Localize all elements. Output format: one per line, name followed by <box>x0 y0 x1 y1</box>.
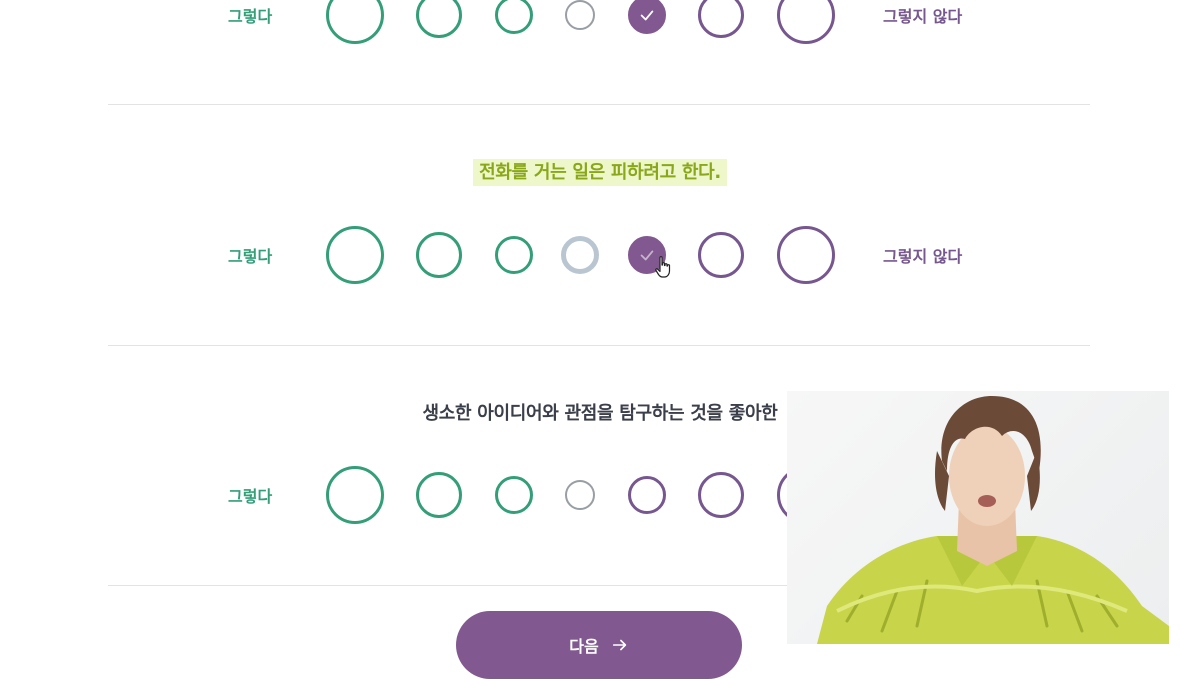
question-highlight: 전화를 거는 일은 피하려고 한다. <box>473 159 727 186</box>
hand-pointer-icon <box>655 256 671 278</box>
option-disagree[interactable] <box>698 232 744 278</box>
agree-label: 그렇다 <box>228 7 273 26</box>
answer-row-2: 그렇다 그렇지 않다 <box>0 225 1200 285</box>
option-strongly-disagree[interactable] <box>777 0 835 44</box>
agree-label: 그렇다 <box>228 487 273 506</box>
agree-label: 그렇다 <box>228 247 273 266</box>
disagree-label: 그렇지 않다 <box>883 247 963 266</box>
option-strongly-agree[interactable] <box>326 226 384 284</box>
option-slightly-agree[interactable] <box>495 476 533 514</box>
option-neutral-hover[interactable] <box>561 236 599 274</box>
option-agree[interactable] <box>416 232 462 278</box>
option-agree[interactable] <box>416 0 462 38</box>
check-icon <box>640 10 654 21</box>
divider <box>108 345 1090 346</box>
option-neutral[interactable] <box>565 480 595 510</box>
divider <box>108 104 1090 105</box>
presenter-image <box>817 396 1169 644</box>
answer-row-1: 그렇다 그렇지 않다 <box>0 0 1200 45</box>
option-slightly-agree[interactable] <box>495 236 533 274</box>
option-strongly-agree[interactable] <box>326 466 384 524</box>
option-slightly-disagree-selected[interactable] <box>628 0 666 34</box>
webcam-overlay <box>787 391 1169 644</box>
option-slightly-agree[interactable] <box>495 0 533 34</box>
option-disagree[interactable] <box>698 0 744 38</box>
arrow-right-icon <box>612 639 626 651</box>
next-button-label: 다음 <box>569 637 599 656</box>
option-agree[interactable] <box>416 472 462 518</box>
next-button[interactable]: 다음 <box>456 611 742 679</box>
question-label: 생소한 아이디어와 관점을 탐구하는 것을 좋아한 <box>422 403 778 424</box>
question-2-text: 전화를 거는 일은 피하려고 한다. <box>0 158 1200 186</box>
disagree-label: 그렇지 않다 <box>883 7 963 26</box>
option-neutral[interactable] <box>565 0 595 30</box>
option-strongly-agree[interactable] <box>326 0 384 44</box>
option-strongly-disagree[interactable] <box>777 226 835 284</box>
option-disagree[interactable] <box>698 472 744 518</box>
option-slightly-disagree[interactable] <box>628 476 666 514</box>
